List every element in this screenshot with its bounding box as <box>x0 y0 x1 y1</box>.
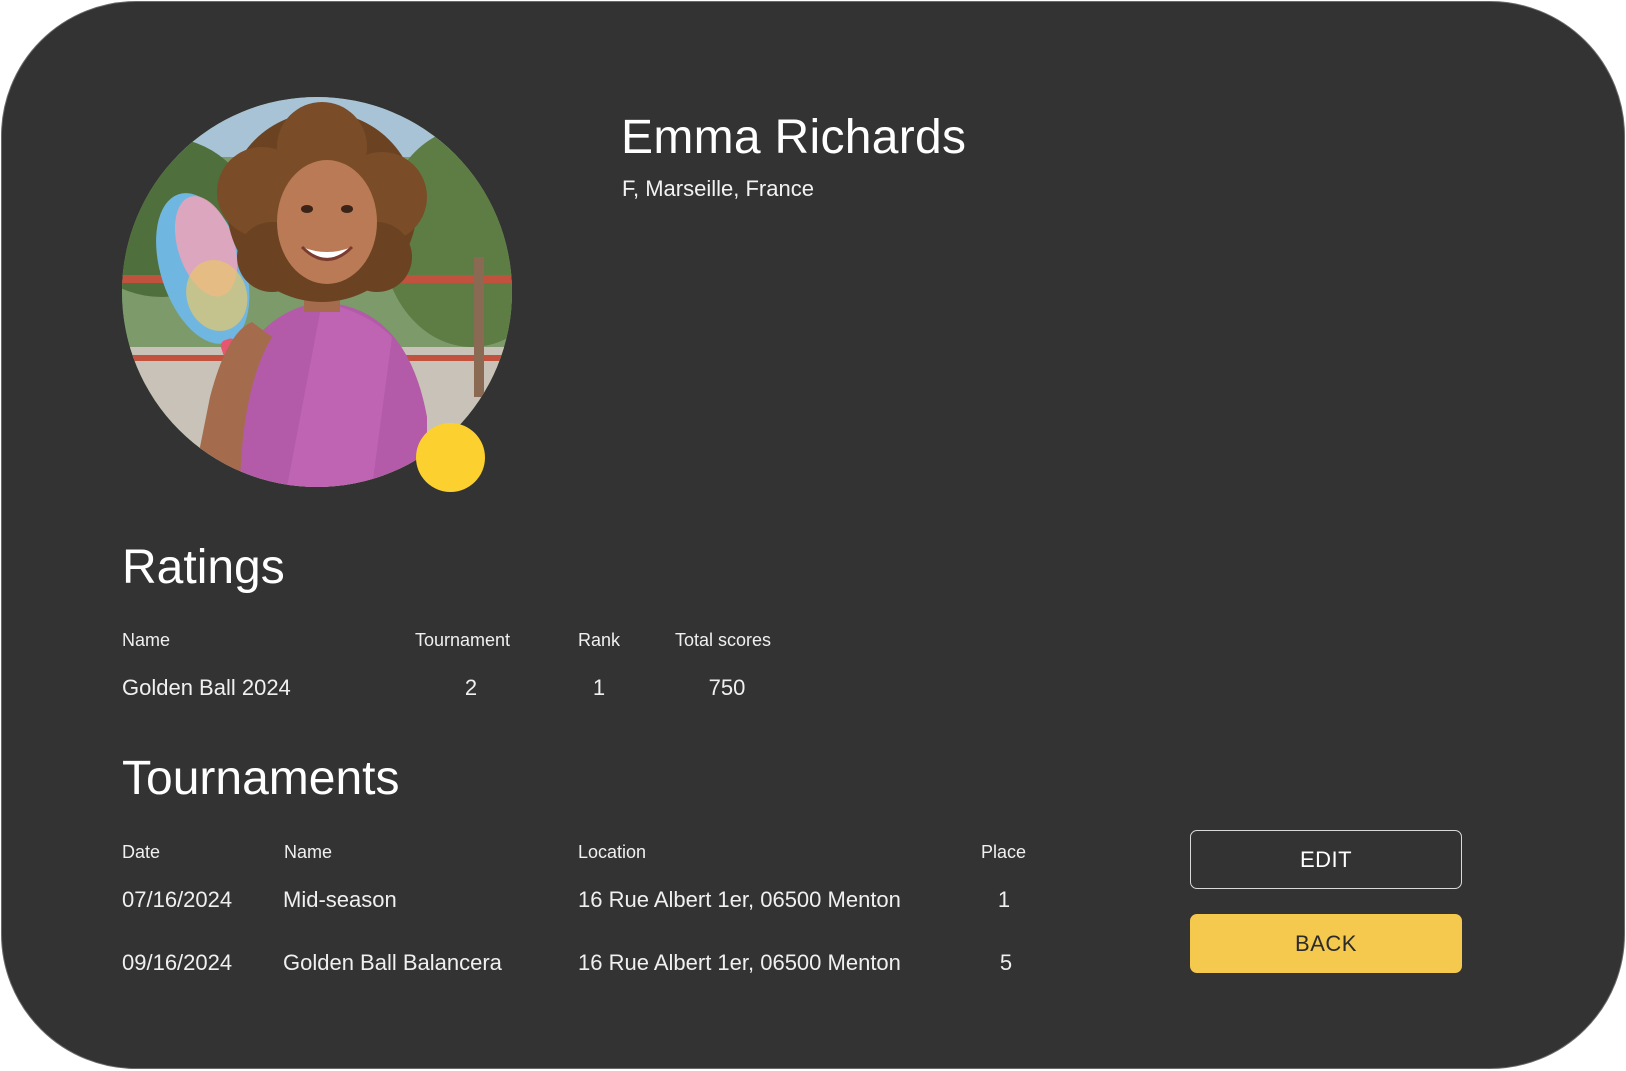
rating-name: Golden Ball 2024 <box>122 675 291 700</box>
tournament-location: 16 Rue Albert 1er, 06500 Menton <box>578 887 901 912</box>
tournament-date: 07/16/2024 <box>122 887 233 912</box>
tournaments-header-location: Location <box>578 842 647 862</box>
profile-card: Emma Richards F, Marseille, France Ratin… <box>1 1 1625 1069</box>
ratings-header-total: Total scores <box>675 630 772 650</box>
tournament-name: Golden Ball Balancera <box>283 950 502 975</box>
tournament-location: 16 Rue Albert 1er, 06500 Menton <box>578 950 901 975</box>
tournament-place: 1 <box>997 887 1011 912</box>
player-details: F, Marseille, France <box>622 176 814 201</box>
status-indicator <box>416 423 485 492</box>
edit-button[interactable]: EDIT <box>1190 830 1462 889</box>
ratings-header-rank: Rank <box>578 630 621 650</box>
tournaments-header-place: Place <box>981 842 1027 862</box>
rating-total: 750 <box>708 675 746 700</box>
tournament-date: 09/16/2024 <box>122 950 233 975</box>
ratings-title: Ratings <box>122 541 285 594</box>
tournaments-header-name: Name <box>284 842 333 862</box>
rating-rank: 1 <box>592 675 606 700</box>
player-name: Emma Richards <box>621 111 967 164</box>
back-button[interactable]: BACK <box>1190 914 1462 973</box>
tournaments-title: Tournaments <box>122 752 400 805</box>
ratings-header-tournament: Tournament <box>415 630 511 650</box>
ratings-header-name: Name <box>122 630 171 650</box>
tournament-place: 5 <box>999 950 1013 975</box>
tournament-name: Mid-season <box>283 887 397 912</box>
tournaments-header-date: Date <box>122 842 161 862</box>
rating-tournament: 2 <box>464 675 478 700</box>
